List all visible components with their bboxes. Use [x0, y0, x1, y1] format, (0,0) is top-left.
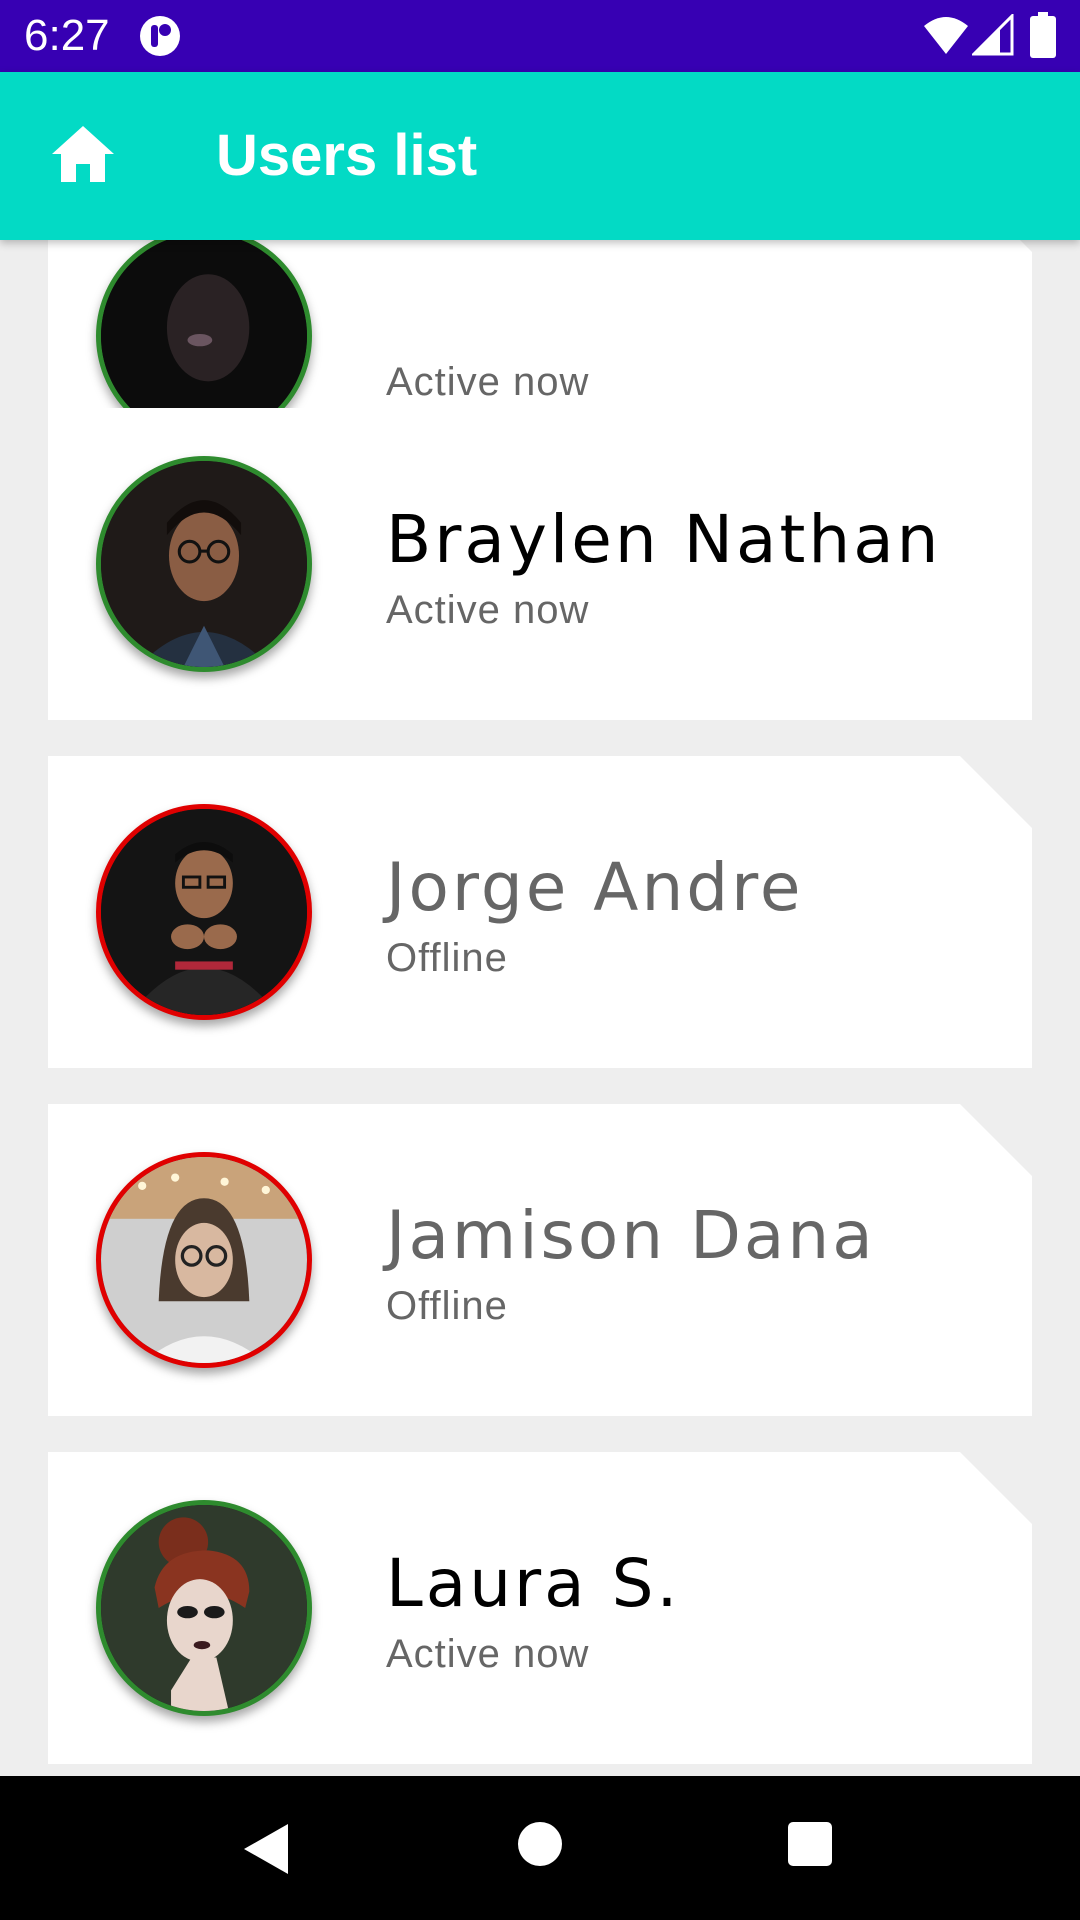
home-icon[interactable]	[50, 124, 116, 184]
recents-square-icon[interactable]	[788, 1822, 832, 1866]
user-card[interactable]: Braylen Nathan Active now	[48, 408, 1032, 720]
wifi-icon	[924, 17, 968, 54]
user-name: Braylen Nathan	[386, 501, 942, 578]
avatar	[96, 1152, 312, 1368]
user-status: Offline	[386, 936, 508, 980]
user-status: Active now	[386, 588, 590, 632]
user-card[interactable]: Laura S. Active now	[48, 1452, 1032, 1764]
user-status: Offline	[386, 1284, 508, 1328]
user-status: Active now	[386, 360, 590, 404]
avatar-photo	[101, 1505, 307, 1711]
home-circle-icon[interactable]	[518, 1822, 562, 1866]
page-title: Users list	[216, 123, 478, 188]
signal-icon	[972, 14, 1014, 56]
back-icon[interactable]	[240, 1820, 296, 1878]
app-bar: Users list	[0, 72, 1080, 240]
battery-icon	[1030, 12, 1056, 58]
avatar	[96, 456, 312, 672]
user-name: Jamison Dana	[386, 1197, 876, 1274]
user-card[interactable]: Jorge Andre Offline	[48, 756, 1032, 1068]
app-notification-icon	[140, 16, 180, 56]
users-list[interactable]: Active now Braylen Nathan Active now Jor…	[0, 240, 1080, 1776]
avatar-photo	[101, 1157, 307, 1363]
user-card[interactable]: Jamison Dana Offline	[48, 1104, 1032, 1416]
user-status: Active now	[386, 1632, 590, 1676]
navigation-bar	[0, 1776, 1080, 1920]
status-bar: 6:27	[0, 0, 1080, 72]
avatar-photo	[101, 809, 307, 1015]
user-name: Jorge Andre	[386, 849, 804, 926]
user-name: Laura S.	[386, 1545, 681, 1622]
avatar	[96, 1500, 312, 1716]
avatar-photo	[101, 461, 307, 667]
status-time: 6:27	[24, 11, 110, 60]
avatar	[96, 804, 312, 1020]
